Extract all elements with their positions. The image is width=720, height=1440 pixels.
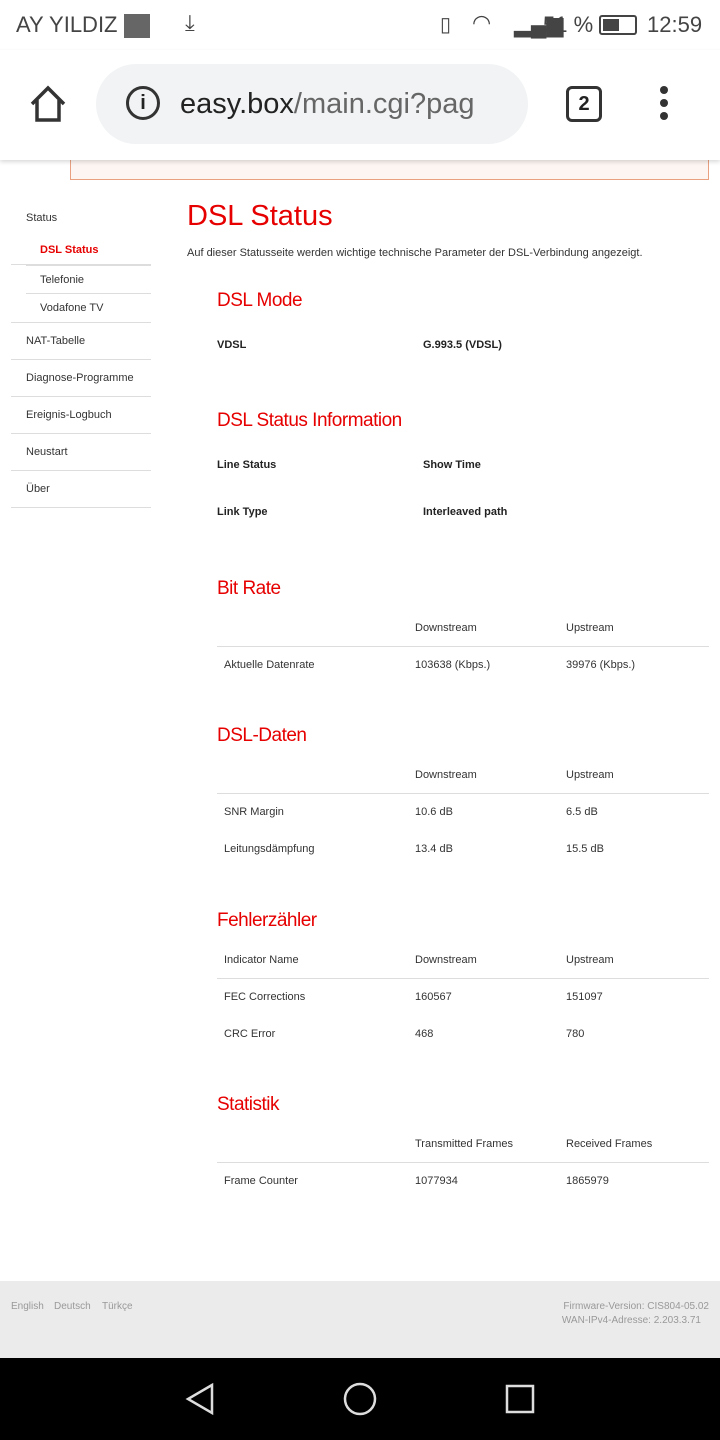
column-header: Upstream <box>566 954 614 966</box>
table-cell: 468 <box>415 1028 434 1040</box>
lang-deutsch[interactable]: Deutsch <box>54 1301 91 1312</box>
section-title-fehler: Fehlerzähler <box>217 910 317 931</box>
footer: English Deutsch Türkçe Firmware-Version:… <box>0 1281 720 1358</box>
url-host: easy.box <box>180 88 294 120</box>
section-title-dsl_daten: DSL-Daten <box>217 725 307 746</box>
dsl-mode-row: VDSL G.993.5 (VDSL) <box>217 339 502 351</box>
battery-icon <box>599 15 637 35</box>
value: G.993.5 (VDSL) <box>423 339 502 351</box>
sidebar-item-nat-tabelle[interactable]: NAT-Tabelle <box>11 323 151 360</box>
recents-icon[interactable] <box>505 1384 535 1414</box>
sidebar-item-neustart[interactable]: Neustart <box>11 434 151 471</box>
battery-level: 51 % <box>543 12 594 37</box>
section-title-bit_rate: Bit Rate <box>217 578 281 599</box>
value: Show Time <box>423 459 481 471</box>
link-type-row: Link Type Interleaved path <box>217 506 507 518</box>
url-path: /main.cgi?pag <box>293 88 475 120</box>
table-cell: Leitungsdämpfung <box>224 843 315 855</box>
table-cell: Frame Counter <box>224 1175 298 1187</box>
column-header: Transmitted Frames <box>415 1138 514 1150</box>
column-header: Downstream <box>415 954 477 966</box>
table-cell: 39976 (Kbps.) <box>566 659 636 671</box>
table-cell: 15.5 dB <box>566 843 604 855</box>
table-cell: 1865979 <box>566 1175 609 1187</box>
sidebar-item-diagnose[interactable]: Diagnose-Programme <box>11 360 151 397</box>
dsl_daten-table: Downstream Upstream SNR Margin 10.6 dB 6.5 d… <box>217 757 709 868</box>
column-header: Upstream <box>566 622 614 634</box>
sidebar-item-status[interactable]: Status <box>11 200 151 236</box>
label: VDSL <box>217 339 247 351</box>
sidebar-item-ueber[interactable]: Über <box>11 471 151 508</box>
column-header: Downstream <box>415 622 477 634</box>
table-cell: SNR Margin <box>224 806 284 818</box>
firmware-version: Firmware-Version: CIS804-05.02 <box>563 1301 709 1312</box>
fehler-table: Indicator Name Downstream Upstream FEC Corr… <box>217 942 709 1053</box>
table-header: Transmitted Frames Received Frames <box>217 1126 709 1163</box>
notification-icon <box>124 14 150 38</box>
column-header: Indicator Name <box>224 954 299 966</box>
clock: 12:59 <box>647 12 703 37</box>
sidebar-item-vodafone-tv[interactable]: Vodafone TV <box>11 294 151 323</box>
value: Interleaved path <box>423 506 508 518</box>
table-cell: 1077934 <box>415 1175 458 1187</box>
table-header: Downstream Upstream <box>217 757 709 794</box>
home-nav-icon[interactable] <box>343 1382 377 1416</box>
page-description: Auf dieser Statusseite werden wichtige t… <box>187 247 643 259</box>
sidebar-item-dsl-status[interactable]: DSL Status <box>11 236 151 265</box>
table-row: SNR Margin 10.6 dB 6.5 dB <box>217 794 709 831</box>
carrier: AY YILDIZ <box>16 12 118 37</box>
browser-toolbar: i easy.box/main.cgi?pag 2 <box>0 50 720 160</box>
statistik-table: Transmitted Frames Received Frames Frame C… <box>217 1126 709 1200</box>
label: Link Type <box>217 506 268 518</box>
section-title-status-info: DSL Status Information <box>217 410 402 431</box>
vibrate-icon: ▯ <box>440 14 452 36</box>
back-icon[interactable] <box>184 1382 218 1416</box>
table-header: Indicator Name Downstream Upstream <box>217 942 709 979</box>
info-icon[interactable]: i <box>126 86 160 120</box>
lang-turkce[interactable]: Türkçe <box>102 1301 133 1312</box>
table-header: Downstream Upstream <box>217 610 709 647</box>
bit_rate-table: Downstream Upstream Aktuelle Datenrate 1036… <box>217 610 709 684</box>
table-row: CRC Error 468 780 <box>217 1016 709 1053</box>
table-cell: 151097 <box>566 991 603 1003</box>
sidebar: Status DSL Status Telefonie Vodafone TV … <box>11 200 151 508</box>
tab-switcher-button[interactable]: 2 <box>566 86 602 122</box>
wifi-icon: ◠ <box>472 10 492 35</box>
table-row: Aktuelle Datenrate 103638 (Kbps.) 39976 (K… <box>217 647 709 684</box>
column-header: Downstream <box>415 769 477 781</box>
wan-address: WAN-IPv4-Adresse: 2.203.3.71 <box>561 1315 701 1326</box>
table-cell: Aktuelle Datenrate <box>224 659 315 671</box>
sidebar-item-telefonie[interactable]: Telefonie <box>26 265 151 294</box>
android-nav-bar <box>0 1358 720 1440</box>
status-bar: AY YILDIZ ⤓ ▯ ◠ ▂▄▆ 51 % 12:59 <box>0 0 720 50</box>
table-cell: CRC Error <box>224 1028 276 1040</box>
page-title: DSL Status <box>187 200 333 232</box>
line-status-row: Line Status Show Time <box>217 459 481 471</box>
table-cell: 10.6 dB <box>415 806 453 818</box>
address-bar[interactable]: i easy.box/main.cgi?pag <box>96 64 528 144</box>
label: Line Status <box>217 459 277 471</box>
table-cell: 103638 (Kbps.) <box>415 659 491 671</box>
column-header: Upstream <box>566 769 614 781</box>
section-title-statistik: Statistik <box>217 1094 280 1115</box>
table-cell: 13.4 dB <box>415 843 453 855</box>
table-cell: 780 <box>566 1028 585 1040</box>
menu-icon[interactable] <box>660 86 668 125</box>
sidebar-item-logbuch[interactable]: Ereignis-Logbuch <box>11 397 151 434</box>
table-row: Leitungsdämpfung 13.4 dB 15.5 dB <box>217 831 709 868</box>
table-row: FEC Corrections 160567 151097 <box>217 979 709 1016</box>
lang-english[interactable]: English <box>11 1301 44 1312</box>
table-cell: 160567 <box>415 991 452 1003</box>
table-row: Frame Counter 1077934 1865979 <box>217 1163 709 1200</box>
section-title-dsl-mode: DSL Mode <box>217 290 303 311</box>
column-header: Received Frames <box>566 1138 653 1150</box>
home-icon[interactable] <box>28 84 68 124</box>
download-icon: ⤓ <box>185 10 195 35</box>
table-cell: FEC Corrections <box>224 991 306 1003</box>
table-cell: 6.5 dB <box>566 806 598 818</box>
